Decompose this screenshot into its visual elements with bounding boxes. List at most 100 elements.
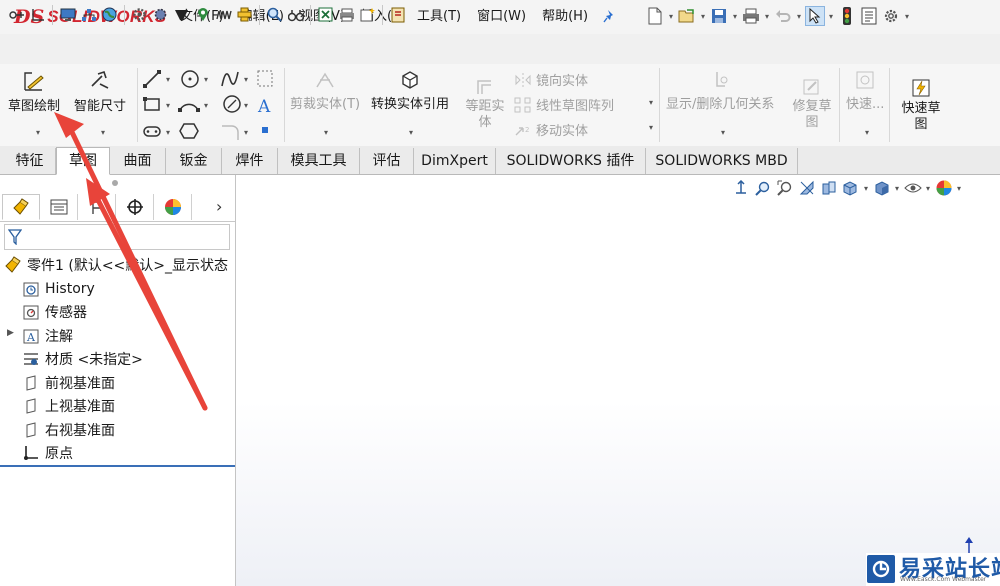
quick-snaps-button[interactable]: 快速... bbox=[846, 70, 884, 112]
show-hide-relations-button[interactable]: 显示/删除几何关系 bbox=[666, 70, 774, 112]
chevron-down-icon[interactable]: ▾ bbox=[324, 128, 328, 137]
open-icon[interactable] bbox=[677, 6, 697, 26]
trim-entities-button[interactable]: 剪裁实体(T) bbox=[290, 70, 360, 112]
monitor-icon[interactable] bbox=[57, 4, 78, 25]
chevron-down-icon[interactable]: ▾ bbox=[36, 128, 40, 137]
chevron-down-icon[interactable]: ▾ bbox=[924, 184, 932, 193]
menu-window[interactable]: 窗口(W) bbox=[469, 7, 534, 27]
undo-icon[interactable] bbox=[773, 6, 793, 26]
gear-icon[interactable] bbox=[129, 4, 150, 25]
chevron-down-icon[interactable]: ▾ bbox=[101, 128, 105, 137]
select-icon[interactable] bbox=[805, 6, 825, 26]
funnel-icon[interactable] bbox=[171, 4, 192, 25]
tree-rollback-bar[interactable] bbox=[0, 465, 235, 467]
tab-solidworks-mbd[interactable]: SOLIDWORKS MBD bbox=[646, 148, 798, 174]
tree-filter-box[interactable] bbox=[4, 224, 230, 250]
chevron-down-icon[interactable]: ▾ bbox=[955, 184, 963, 193]
component-icon[interactable] bbox=[234, 4, 255, 25]
sketch-button[interactable]: 草图绘制 bbox=[8, 70, 60, 114]
binoculars-icon[interactable] bbox=[285, 4, 306, 25]
previous-view-icon[interactable] bbox=[774, 178, 795, 198]
linear-pattern-button[interactable]: 线性草图阵列 bbox=[514, 95, 614, 114]
view-orientation-icon[interactable] bbox=[840, 178, 861, 198]
offset-entities-button[interactable]: 等距实体 bbox=[463, 78, 507, 131]
dynamic-annotation-icon[interactable] bbox=[818, 178, 839, 198]
move-entities-button[interactable]: 2 移动实体 bbox=[514, 120, 588, 139]
tab-evaluate[interactable]: 评估 bbox=[360, 148, 414, 174]
new-document-icon[interactable] bbox=[645, 6, 665, 26]
spring-icon[interactable] bbox=[213, 4, 234, 25]
menu-help[interactable]: 帮助(H) bbox=[534, 7, 596, 27]
convert-entities-button[interactable]: 转换实体引用 bbox=[371, 70, 449, 112]
display-style-icon[interactable] bbox=[871, 178, 892, 198]
chevron-down-icon[interactable]: ▾ bbox=[667, 12, 675, 21]
tab-surfaces[interactable]: 曲面 bbox=[110, 148, 166, 174]
chevron-down-icon[interactable]: ▾ bbox=[731, 12, 739, 21]
section-view-icon[interactable] bbox=[796, 178, 817, 198]
tree-item-top-plane[interactable]: 上视基准面 bbox=[22, 395, 115, 417]
hide-show-items-icon[interactable] bbox=[902, 178, 923, 198]
chevron-down-icon[interactable]: ▾ bbox=[903, 12, 911, 21]
featuremanager-tab[interactable] bbox=[2, 194, 40, 220]
edit-appearance-icon[interactable] bbox=[933, 178, 954, 198]
chevron-down-icon[interactable]: ▾ bbox=[763, 12, 771, 21]
chevron-down-icon[interactable]: ▾ bbox=[862, 184, 870, 193]
dimxpertmanager-tab[interactable] bbox=[116, 194, 154, 220]
chevron-down-icon[interactable]: ▾ bbox=[699, 12, 707, 21]
location-icon[interactable] bbox=[192, 4, 213, 25]
angle-icon[interactable] bbox=[27, 4, 48, 25]
chevron-down-icon[interactable]: ▾ bbox=[649, 123, 653, 132]
displaymanager-tab[interactable] bbox=[154, 194, 192, 220]
tree-item-annotations[interactable]: A 注解 bbox=[22, 325, 73, 347]
chevron-down-icon[interactable]: ▾ bbox=[649, 98, 653, 107]
excel-icon[interactable] bbox=[315, 4, 336, 25]
chevron-right-icon[interactable]: › bbox=[216, 197, 222, 216]
propertymanager-tab[interactable] bbox=[40, 194, 78, 220]
pin-menu-icon[interactable] bbox=[603, 9, 617, 23]
tab-weldments[interactable]: 焊件 bbox=[222, 148, 278, 174]
tab-dimxpert[interactable]: DimXpert bbox=[414, 148, 496, 174]
tree-item-right-plane[interactable]: 右视基准面 bbox=[22, 419, 115, 441]
print-icon[interactable] bbox=[741, 6, 761, 26]
chevron-down-icon[interactable]: ▾ bbox=[827, 12, 835, 21]
new-star-icon[interactable] bbox=[357, 4, 378, 25]
tab-sketch[interactable]: 草图 bbox=[56, 147, 110, 175]
dimension-icon[interactable] bbox=[6, 4, 27, 25]
printer-small-icon[interactable] bbox=[336, 4, 357, 25]
chevron-down-icon[interactable]: ▾ bbox=[721, 128, 725, 137]
zoom-search-icon[interactable] bbox=[264, 4, 285, 25]
save-icon[interactable] bbox=[709, 6, 729, 26]
chevron-down-icon[interactable]: ▾ bbox=[409, 128, 413, 137]
configurationmanager-tab[interactable] bbox=[78, 194, 116, 220]
smart-dimension-button[interactable]: 智能尺寸 bbox=[74, 70, 126, 114]
tree-item-origin[interactable]: 原点 bbox=[22, 442, 73, 464]
expand-arrow-icon[interactable]: ▶ bbox=[7, 328, 14, 338]
chevron-down-icon[interactable]: ▾ bbox=[795, 12, 803, 21]
tab-mold-tools[interactable]: 模具工具 bbox=[278, 148, 360, 174]
tab-features[interactable]: 特征 bbox=[4, 148, 56, 174]
tab-solidworks-addins[interactable]: SOLIDWORKS 插件 bbox=[496, 148, 646, 174]
zoom-to-fit-icon[interactable] bbox=[730, 178, 751, 198]
options-gear-icon[interactable] bbox=[881, 6, 901, 26]
chevron-down-icon[interactable]: ▾ bbox=[893, 184, 901, 193]
tab-sheet-metal[interactable]: 钣金 bbox=[166, 148, 222, 174]
file-properties-icon[interactable] bbox=[859, 6, 879, 26]
menu-tools[interactable]: 工具(T) bbox=[409, 7, 469, 27]
globe-icon[interactable] bbox=[99, 4, 120, 25]
help-book-icon[interactable] bbox=[387, 4, 408, 25]
tree-root-part[interactable]: 零件1 (默认<<默认>_显示状态 bbox=[4, 254, 228, 276]
tree-item-front-plane[interactable]: 前视基准面 bbox=[22, 372, 115, 394]
tree-item-history[interactable]: History bbox=[22, 278, 95, 300]
network-icon[interactable] bbox=[78, 4, 99, 25]
mirror-entities-button[interactable]: 镜向实体 bbox=[514, 70, 588, 89]
panel-splitter-grip[interactable] bbox=[112, 180, 118, 186]
rapid-sketch-button[interactable]: 快速草图 bbox=[896, 78, 946, 133]
zoom-to-area-icon[interactable] bbox=[752, 178, 773, 198]
tree-item-material[interactable]: 材质 <未指定> bbox=[22, 348, 143, 370]
tree-item-sensors[interactable]: 传感器 bbox=[22, 301, 87, 323]
chevron-down-icon[interactable]: ▾ bbox=[865, 128, 869, 137]
repair-sketch-button[interactable]: 修复草图 bbox=[790, 78, 834, 131]
traffic-light-icon[interactable] bbox=[837, 6, 857, 26]
graphics-area[interactable] bbox=[236, 175, 1000, 586]
cog-blue-icon[interactable] bbox=[150, 4, 171, 25]
